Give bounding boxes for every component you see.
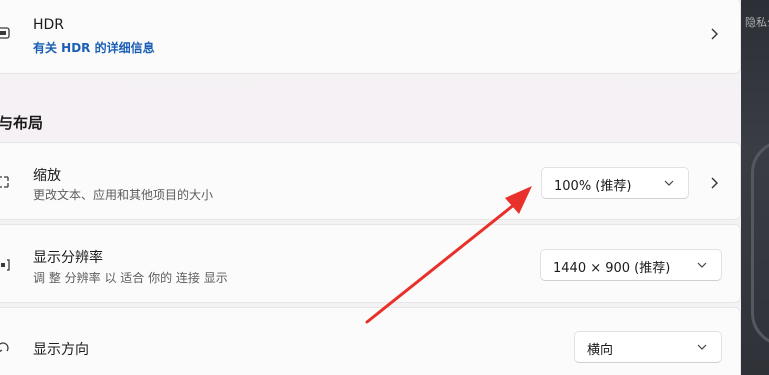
scale-card[interactable]: 缩放 更改文本、应用和其他项目的大小 100% (推荐): [0, 142, 741, 220]
scale-description: 更改文本、应用和其他项目的大小: [33, 188, 214, 202]
scale-dropdown[interactable]: 100% (推荐): [541, 167, 689, 199]
hdr-icon: [0, 27, 10, 39]
hdr-info-link[interactable]: 有关 HDR 的详细信息: [33, 39, 155, 56]
scale-title: 缩放: [33, 168, 61, 184]
resolution-description: 调 整 分辨率 以 适合 你的 连接 显示: [33, 271, 228, 285]
scale-icon: [0, 176, 9, 188]
resolution-icon: [1, 259, 10, 271]
background-window: 隐私公: [741, 0, 769, 375]
orientation-dropdown[interactable]: 横向: [574, 331, 722, 363]
orientation-card[interactable]: 显示方向 横向: [0, 307, 741, 375]
chevron-right-icon[interactable]: [707, 176, 721, 190]
chevron-right-icon[interactable]: [707, 27, 721, 41]
resolution-dropdown[interactable]: 1440 × 900 (推荐): [540, 249, 722, 281]
background-shape: [751, 140, 769, 346]
resolution-dropdown-value: 1440 × 900 (推荐): [553, 261, 671, 276]
chevron-down-icon: [697, 262, 707, 268]
scale-dropdown-value: 100% (推荐): [554, 179, 632, 194]
resolution-card[interactable]: 显示分辨率 调 整 分辨率 以 适合 你的 连接 显示 1440 × 900 (…: [0, 224, 741, 303]
resolution-title: 显示分辨率: [33, 250, 103, 266]
orientation-dropdown-value: 横向: [587, 343, 614, 358]
chevron-down-icon: [664, 180, 674, 186]
chevron-down-icon: [697, 344, 707, 350]
section-title-scale-layout: 与布局: [0, 114, 44, 132]
hdr-title: HDR: [33, 17, 65, 33]
orientation-title: 显示方向: [33, 342, 89, 358]
hdr-card[interactable]: HDR 有关 HDR 的详细信息: [0, 0, 741, 74]
rotate-icon: [0, 342, 9, 353]
settings-pane: HDR 有关 HDR 的详细信息 与布局 缩放 更改文本、应用和其他项目的大小 …: [0, 0, 741, 375]
background-text: 隐私公: [745, 16, 769, 29]
